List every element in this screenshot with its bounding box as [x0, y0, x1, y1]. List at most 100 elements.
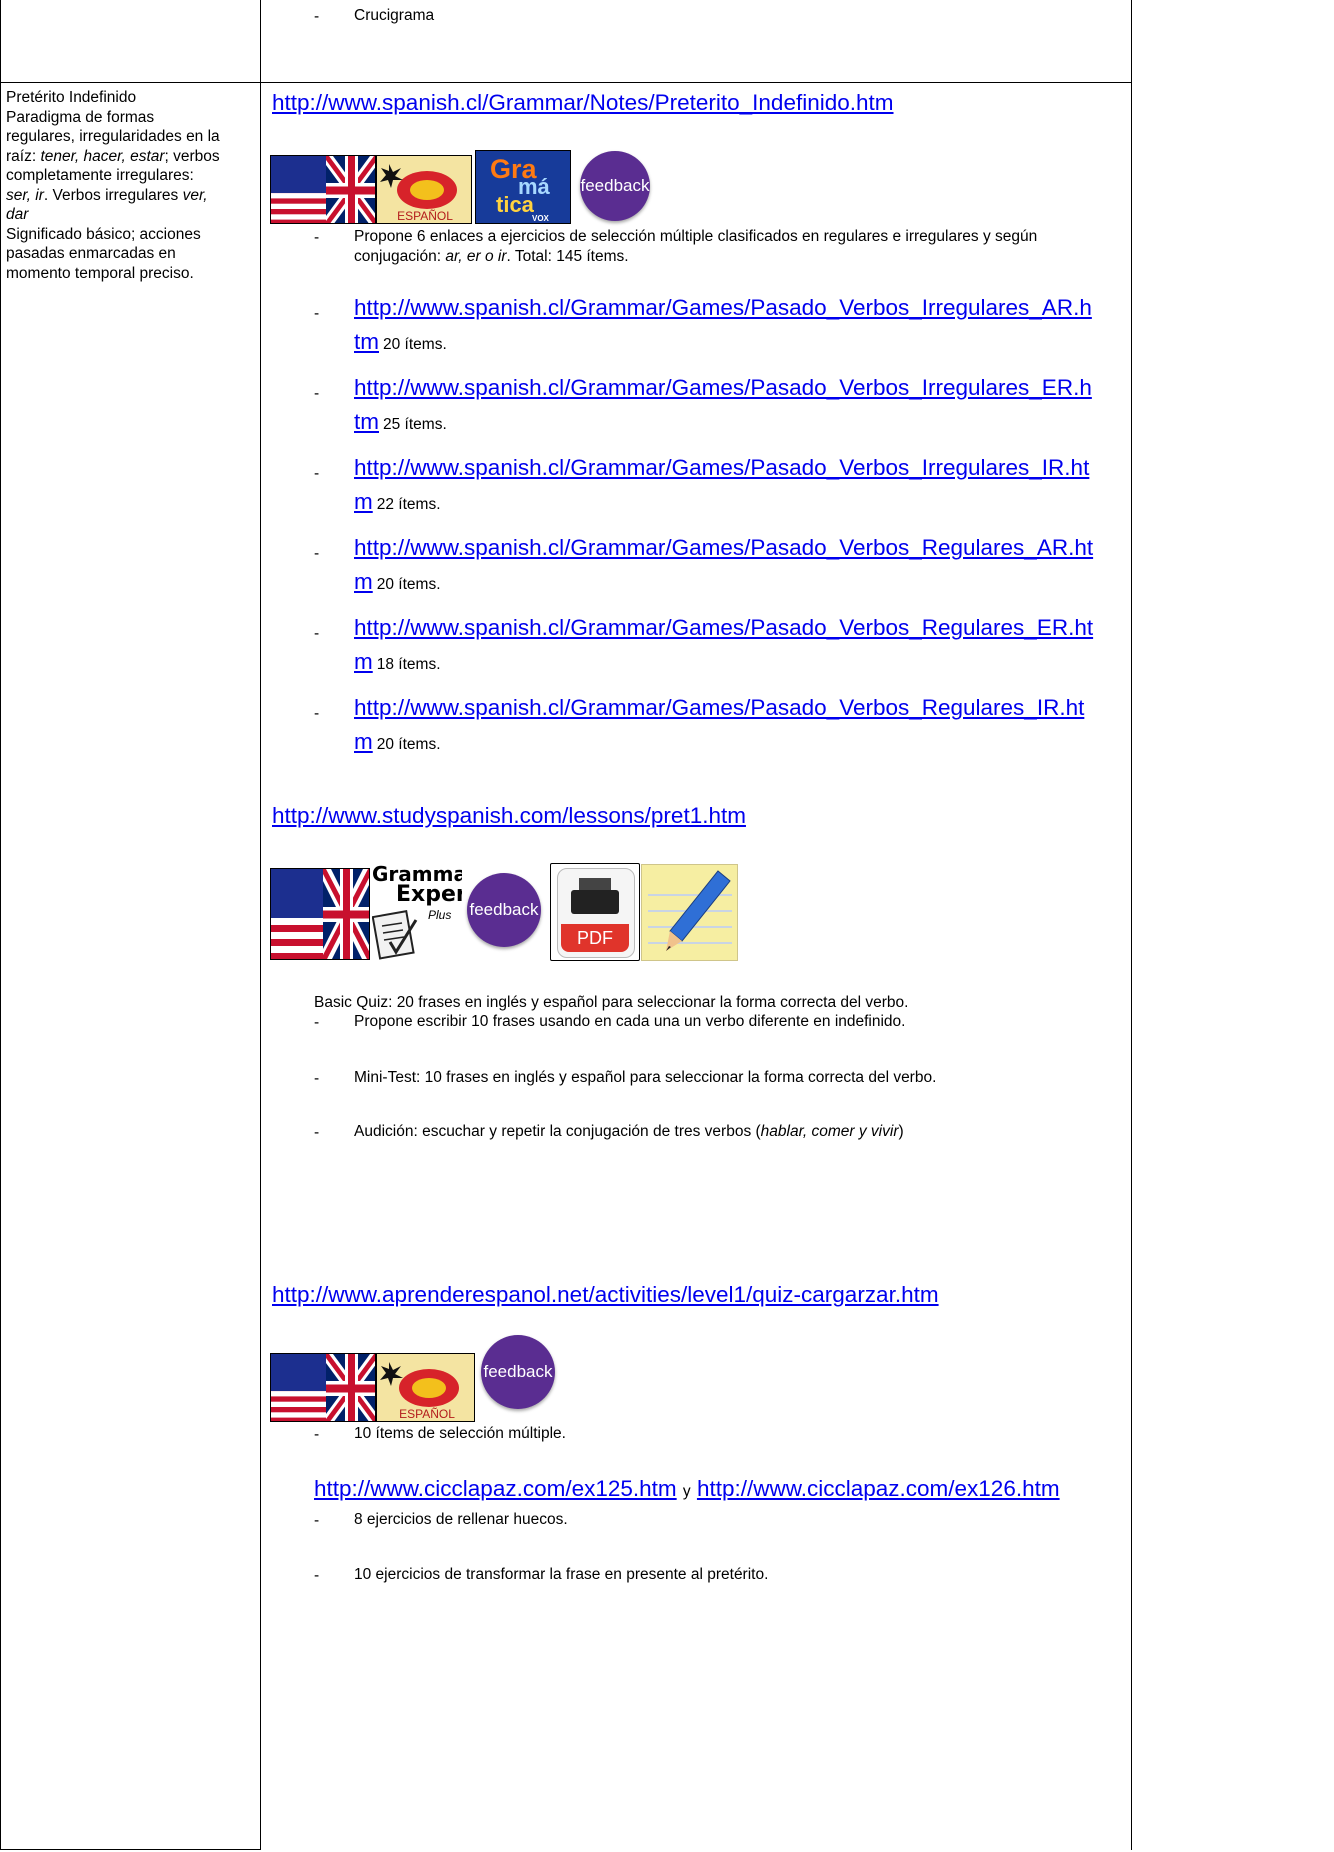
section3-item: 10 ítems de selección múltiple.: [354, 1425, 566, 1442]
exercise-link-tail[interactable]: tm: [354, 409, 379, 434]
clipboard-icon: [372, 910, 418, 960]
vox-brand: VOX: [532, 214, 549, 223]
preterito-notes-link[interactable]: http://www.spanish.cl/Grammar/Notes/Pret…: [272, 90, 894, 116]
exercise-link[interactable]: http://www.spanish.cl/Grammar/Games/Pasa…: [354, 535, 1093, 561]
notepad-pencil-icon: [641, 864, 738, 961]
exercise-link-tail[interactable]: m: [354, 729, 373, 754]
topic-line: pasadas enmarcadas en: [6, 245, 176, 262]
gramatica-text: tica: [496, 192, 534, 217]
list-dash: -: [314, 1512, 320, 1529]
list-dash: -: [314, 385, 320, 402]
studyspanish-link[interactable]: http://www.studyspanish.com/lessons/pret…: [272, 803, 746, 829]
description-line: conjugación: ar, er o ir. Total: 145 íte…: [354, 247, 1134, 267]
aprenderespanol-link[interactable]: http://www.aprenderespanol.net/activitie…: [272, 1282, 939, 1308]
exercise-link[interactable]: http://www.spanish.cl/Grammar/Games/Pasa…: [354, 375, 1092, 401]
feedback-text: feedback: [483, 1362, 553, 1381]
list-dash: -: [314, 8, 320, 25]
item-count: 22 ítems.: [376, 496, 441, 513]
topic-line: raíz: tener, hacer, estar; verbos: [6, 147, 296, 167]
exercise-link-continuation: tm 20 ítems.: [354, 329, 447, 355]
printer-body: [571, 890, 619, 914]
list-dash: -: [314, 1070, 320, 1087]
description-line: Propone 6 enlaces a ejercicios de selecc…: [354, 228, 1038, 245]
section1-description: Propone 6 enlaces a ejercicios de selecc…: [354, 227, 1134, 267]
feedback-icon: feedback: [580, 151, 650, 221]
cicclapaz-ex126-link[interactable]: http://www.cicclapaz.com/ex126.htm: [697, 1476, 1060, 1501]
topic-description: Pretérito Indefinido Paradigma de formas…: [6, 88, 296, 283]
topic-line: dar: [6, 206, 29, 223]
italic-span: ser, ir: [6, 186, 44, 204]
italic-span: tener, hacer, estar: [40, 147, 165, 165]
exercise-link-tail[interactable]: m: [354, 489, 373, 514]
uk-us-flag-icon: [270, 155, 376, 224]
expert-text: Grammar: [372, 864, 462, 886]
text-span: raíz:: [6, 147, 41, 165]
list-dash: -: [314, 305, 320, 322]
top-left-cell: [0, 0, 261, 83]
espanol-icon: ESPAÑOL: [376, 155, 472, 224]
feedback-text: feedback: [580, 176, 650, 195]
expert-text: Expert: [396, 882, 462, 907]
exercise-link-tail[interactable]: m: [354, 569, 373, 594]
exercise-link-continuation: m 18 ítems.: [354, 649, 441, 675]
topic-title: Pretérito Indefinido: [6, 89, 137, 106]
section2-item: Audición: escuchar y repetir la conjugac…: [354, 1122, 904, 1142]
espanol-text: ESPAÑOL: [399, 1407, 455, 1421]
main-left-cell: [0, 82, 261, 1850]
feedback-icon: feedback: [481, 1335, 555, 1409]
list-dash: -: [314, 625, 320, 642]
item-count: 20 ítems.: [376, 736, 441, 753]
text-span: ; verbos: [164, 147, 220, 165]
exercise-link[interactable]: http://www.spanish.cl/Grammar/Games/Pasa…: [354, 295, 1092, 321]
text-span: . Total: 145 ítems.: [506, 248, 629, 265]
list-dash: -: [314, 705, 320, 722]
section4-item: 10 ejercicios de transformar la frase en…: [354, 1566, 769, 1583]
cicclapaz-ex125-link[interactable]: http://www.cicclapaz.com/ex125.htm: [314, 1476, 677, 1501]
pdf-label: PDF: [561, 924, 629, 952]
italic-span: hablar, comer y vivir: [760, 1123, 899, 1140]
topic-line: regulares, irregularidades en la: [6, 128, 220, 145]
italic-span: ver,: [182, 186, 208, 204]
text-span: Audición: escuchar y repetir la conjugac…: [354, 1123, 761, 1140]
exercise-link-tail[interactable]: tm: [354, 329, 379, 354]
feedback-text: feedback: [469, 900, 539, 919]
exercise-link[interactable]: http://www.spanish.cl/Grammar/Games/Pasa…: [354, 695, 1084, 721]
text-span: ): [898, 1123, 904, 1140]
item-count: 20 ítems.: [376, 576, 441, 593]
exercise-link-tail[interactable]: m: [354, 649, 373, 674]
item-count: 18 ítems.: [376, 656, 441, 673]
topic-line: momento temporal preciso.: [6, 264, 194, 282]
uk-us-flag-icon: [270, 1353, 376, 1422]
joiner-text: y: [682, 1483, 691, 1500]
list-dash: -: [314, 1014, 320, 1031]
list-dash: -: [314, 1567, 320, 1584]
grammar-expert-plus-icon: Grammar Expert Plus: [370, 864, 462, 960]
section2-item: Propone escribir 10 frases usando en cad…: [354, 1013, 906, 1030]
exercise-link-continuation: m 20 ítems.: [354, 729, 441, 755]
crucigrama-item: Crucigrama: [354, 7, 435, 24]
topic-line: Paradigma de formas: [6, 108, 155, 126]
item-count: 25 ítems.: [383, 416, 447, 433]
text-span: conjugación:: [354, 248, 446, 265]
topic-line: ser, ir. Verbos irregulares ver,: [6, 186, 296, 206]
gramatica-vox-icon: Gra má tica VOX: [475, 150, 571, 224]
list-dash: -: [314, 465, 320, 482]
list-dash: -: [314, 545, 320, 562]
basic-quiz-text: Basic Quiz: 20 frases en inglés y españo…: [314, 994, 909, 1011]
text-span: . Verbos irregulares: [43, 186, 183, 204]
list-dash: -: [314, 1124, 320, 1141]
exercise-link-continuation: m 22 ítems.: [354, 489, 441, 515]
table-row: [0, 0, 1132, 83]
uk-us-flag-icon: [270, 868, 370, 960]
feedback-icon: feedback: [467, 873, 541, 947]
cicclapaz-links: http://www.cicclapaz.com/ex125.htm y htt…: [314, 1476, 1060, 1502]
exercise-link[interactable]: http://www.spanish.cl/Grammar/Games/Pasa…: [354, 455, 1089, 481]
topic-line: Significado básico; acciones: [6, 225, 201, 243]
exercise-link[interactable]: http://www.spanish.cl/Grammar/Games/Pasa…: [354, 615, 1093, 641]
topic-line: completamente irregulares:: [6, 167, 194, 184]
expert-text: Plus: [428, 908, 452, 922]
item-count: 20 ítems.: [383, 336, 447, 353]
exercise-link-continuation: tm 25 ítems.: [354, 409, 447, 435]
espanol-icon: ESPAÑOL: [376, 1353, 475, 1422]
italic-span: ar, er o ir: [445, 248, 507, 265]
